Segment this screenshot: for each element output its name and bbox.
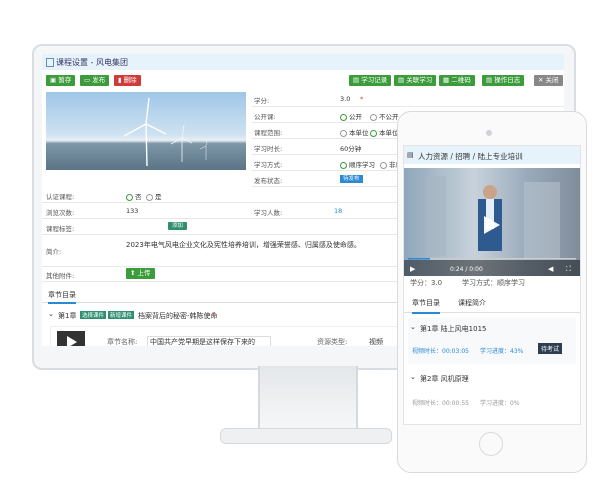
scope-radio-b[interactable]: 本单位 xyxy=(370,127,399,137)
mobile-tabs: 章节目录 课程简介 xyxy=(404,292,580,314)
window-title: 课程设置 - 风电集团 xyxy=(56,58,128,67)
chapter-2-duration: 视频时长：00:00:55 xyxy=(412,400,469,407)
qrcode-button[interactable]: ▦ 二维码 xyxy=(439,75,475,86)
mobile-header: ▤ 人力资源 / 招聘 / 陆上专业培训 xyxy=(404,146,580,164)
related-study-button[interactable]: ▤ 关联学习 xyxy=(394,75,437,86)
mobile-credit: 学分：3.0 xyxy=(410,279,443,287)
duration-value[interactable]: 60分钟 xyxy=(340,143,361,153)
document-icon xyxy=(46,58,54,67)
tab-chapter-list[interactable]: 章节目录 xyxy=(412,298,440,314)
learners-value[interactable]: 18 xyxy=(334,207,342,215)
public-radio-yes[interactable]: 公开 xyxy=(340,111,362,121)
chevron-down-icon[interactable]: ⌄ xyxy=(48,310,54,318)
volume-icon[interactable]: ◀ xyxy=(548,265,553,273)
save-draft-button[interactable]: ▣ 暂存 xyxy=(46,75,76,86)
play-icon[interactable]: ▶ xyxy=(410,265,415,273)
chapter-2-progress: 学习进度：0% xyxy=(480,400,520,407)
credit-row: 学分: 3.0 * xyxy=(252,92,564,107)
chevron-down-icon[interactable]: ⌄ xyxy=(410,373,416,381)
chevron-down-icon[interactable]: ⌄ xyxy=(410,323,416,331)
video-player[interactable]: ▶ 0:24 / 0:00 ◀ ⛶ xyxy=(404,168,580,276)
video-thumbnail-icon xyxy=(57,331,85,346)
resource-type-value: 视频 xyxy=(369,338,383,346)
tab-course-intro[interactable]: 课程简介 xyxy=(458,298,486,308)
publish-button[interactable]: ▭ 发布 xyxy=(80,75,110,86)
mobile-chapter-1[interactable]: ⌄ 第1章 陆上风电1015 视频时长：00:03:05 学习进度：43% 待考… xyxy=(408,318,576,364)
select-courseware-badge[interactable]: 选择课件 xyxy=(80,311,107,319)
add-tag-button[interactable]: 添加 xyxy=(168,222,188,230)
operation-log-button[interactable]: ▤ 操作日志 xyxy=(482,75,525,86)
course-cover-image xyxy=(46,92,246,170)
mode-radio-a[interactable]: 顺序学习 xyxy=(340,159,375,169)
mobile-chapter-2[interactable]: ⌄ 第2章 风机原理 视频时长：00:00:55 学习进度：0% xyxy=(408,368,576,414)
chapter-1-duration: 视频时长：00:03:05 xyxy=(412,348,469,355)
monitor-stand-base xyxy=(220,428,392,444)
views-value: 133 xyxy=(126,207,139,215)
pending-exam-badge[interactable]: 待考试 xyxy=(538,343,563,354)
chapter-1-title: 档案背后的秘密-韩陈使命 xyxy=(138,312,218,320)
phone-camera xyxy=(486,130,492,136)
add-courseware-badge[interactable]: 新增课件 xyxy=(108,311,135,319)
fullscreen-icon[interactable]: ⛶ xyxy=(566,265,571,274)
upload-button[interactable]: ⬆ 上传 xyxy=(126,268,155,279)
mobile-mode: 学习方式：顺序学习 xyxy=(462,279,525,287)
document-icon: ▤ xyxy=(407,151,414,159)
mobile-title: 人力资源 / 招聘 / 陆上专业培训 xyxy=(418,152,523,161)
scope-radio-a[interactable]: 本单位 xyxy=(340,127,369,137)
mobile-screen: ▤ 人力资源 / 招聘 / 陆上专业培训 ▶ 0:24 / 0:00 ◀ ⛶ 学… xyxy=(403,145,581,425)
phone-home-button xyxy=(479,432,503,456)
close-button[interactable]: ✕ 关闭 xyxy=(534,75,563,86)
tab-chapter-list[interactable]: 章节目录 xyxy=(48,290,76,304)
cert-radio-no[interactable]: 否 xyxy=(126,191,142,201)
chapter-1-progress: 学习进度：43% xyxy=(480,348,524,355)
monitor-stand-neck xyxy=(258,366,358,430)
status-badge: 待发布 xyxy=(340,175,363,183)
video-time: 0:24 / 0:00 xyxy=(450,266,483,273)
intro-text: 2023年电气风电企业文化及宪性培养培训，增强荣誉感、归属感及使命感。 xyxy=(126,241,361,249)
chapter-name-input[interactable]: 中国共产党早期是这样保存下来的 xyxy=(147,336,271,346)
delete-button[interactable]: ▮ 删除 xyxy=(114,75,141,86)
window-titlebar: 课程设置 - 风电集团 xyxy=(42,54,564,70)
public-radio-no[interactable]: 不公开 xyxy=(370,111,399,121)
cert-radio-yes[interactable]: 是 xyxy=(146,191,162,201)
study-record-button[interactable]: ▤ 学习记录 xyxy=(349,75,392,86)
credit-value[interactable]: 3.0 xyxy=(340,95,350,103)
